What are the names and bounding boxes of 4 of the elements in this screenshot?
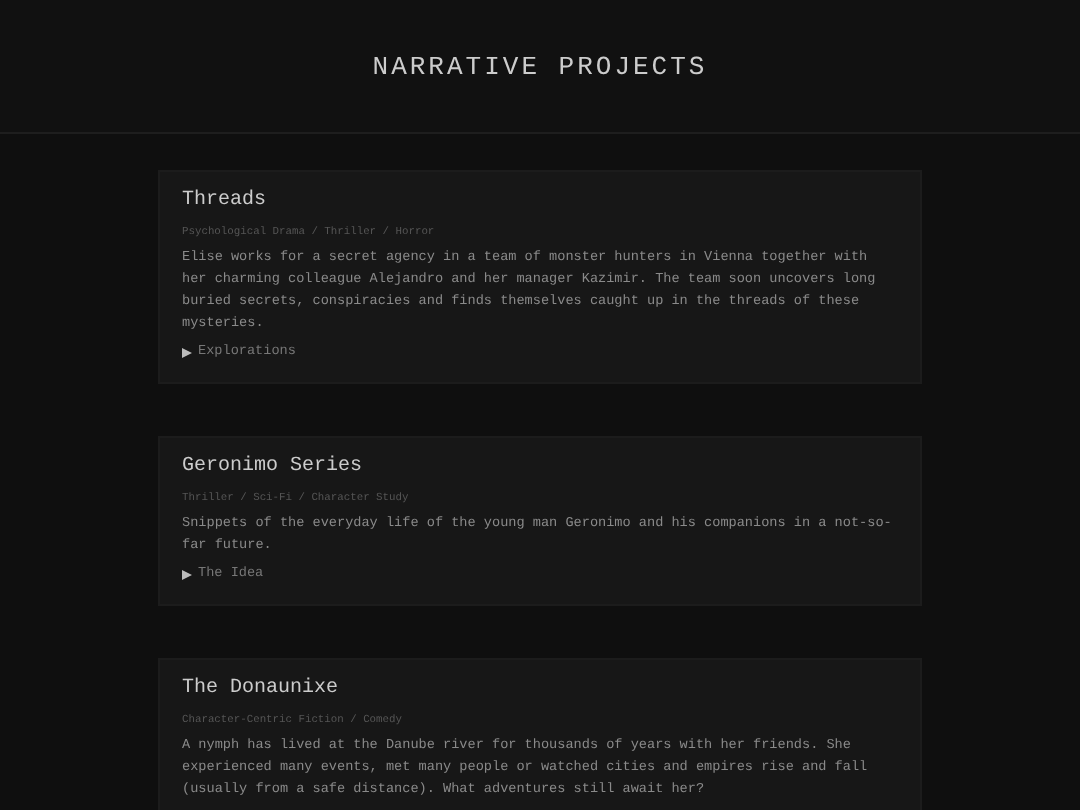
project-title: Threads <box>182 190 269 212</box>
page-title: NARRATIVE PROJECTS <box>372 51 708 81</box>
project-title: Geronimo Series <box>182 456 365 478</box>
project-title: The Donaunixe <box>182 678 341 700</box>
